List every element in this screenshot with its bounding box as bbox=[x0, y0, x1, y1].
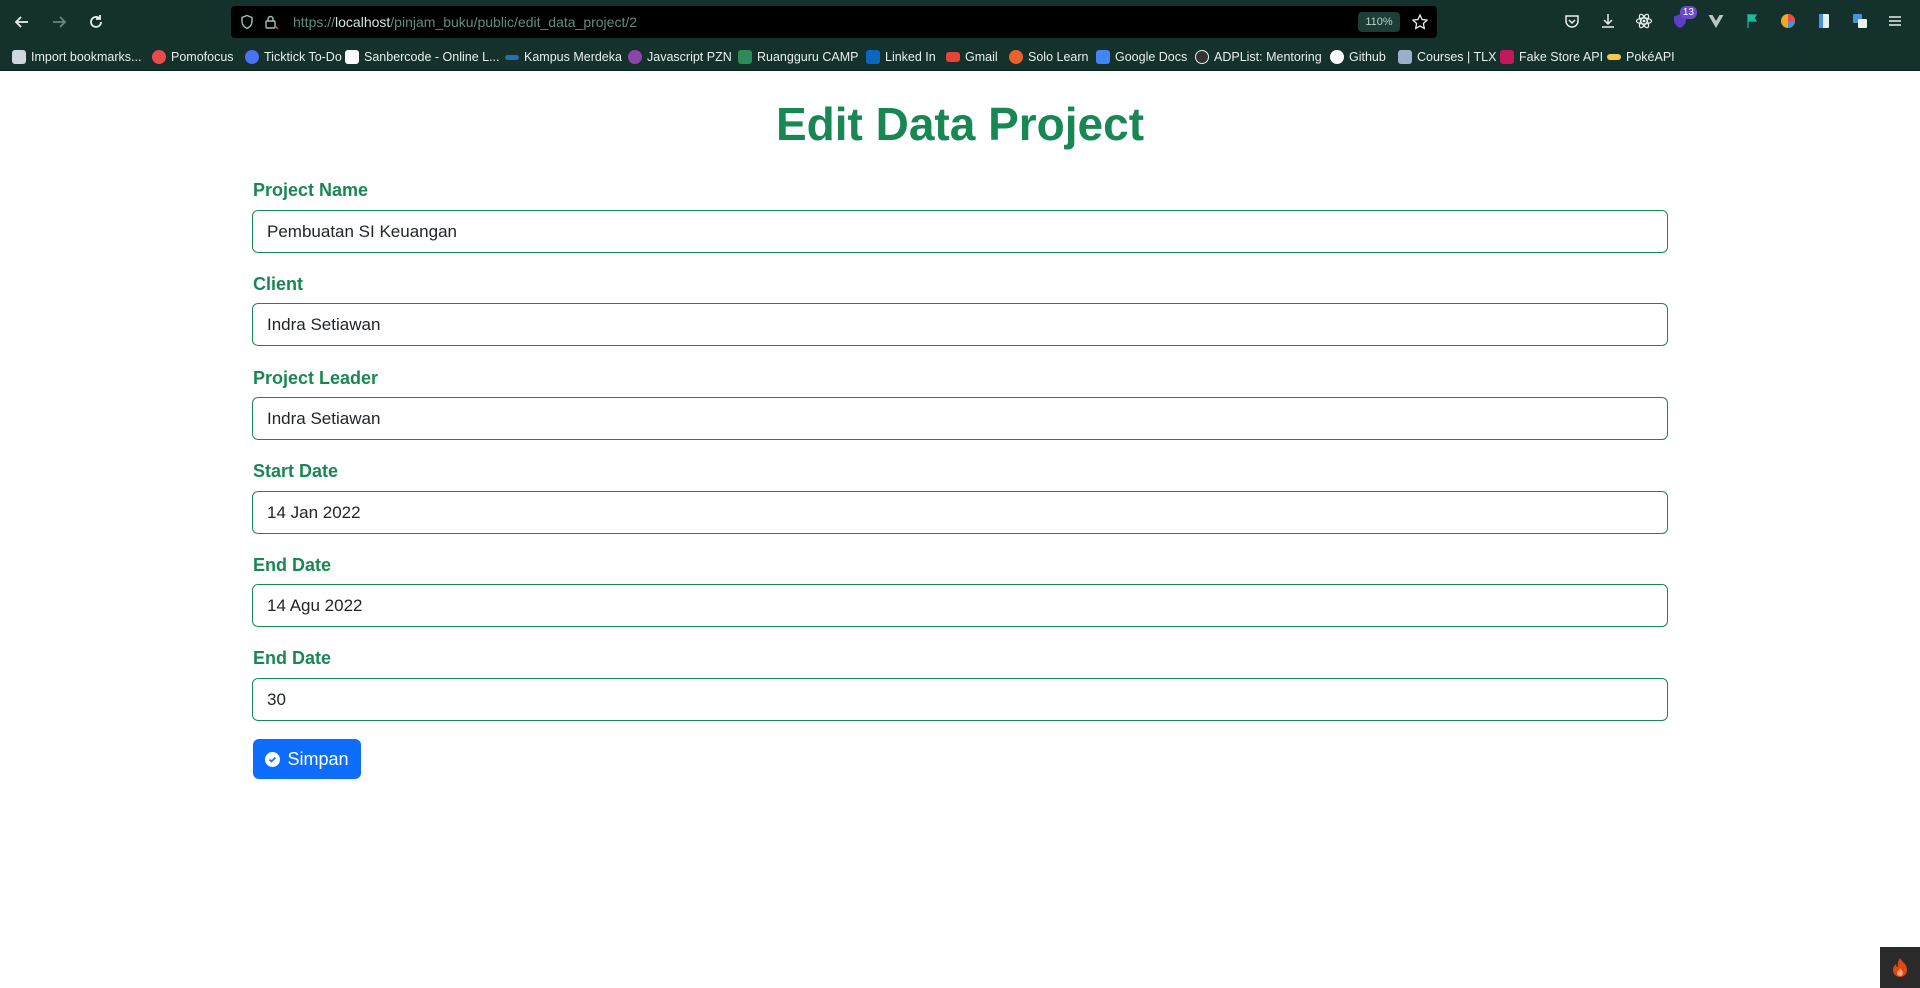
extension-shield-icon[interactable]: 13 bbox=[1669, 6, 1697, 32]
pokeapi-icon bbox=[1607, 54, 1621, 60]
bookmark-label: Fake Store API bbox=[1519, 50, 1604, 64]
reader-icon[interactable] bbox=[1813, 10, 1835, 32]
github-icon bbox=[1330, 50, 1344, 64]
page-title: Edit Data Project bbox=[775, 98, 1145, 150]
pzn-icon bbox=[628, 50, 642, 64]
color-wheel-icon[interactable] bbox=[1777, 10, 1799, 32]
start-date-input[interactable] bbox=[252, 491, 1668, 534]
ruangguru-icon bbox=[738, 50, 752, 64]
bookmark-pokeapi[interactable]: PokéAPI bbox=[1607, 44, 1675, 70]
fake-store-icon bbox=[1500, 50, 1514, 64]
bookmark-ruangguru[interactable]: Ruangguru CAMP bbox=[738, 44, 858, 70]
bookmark-label: Google Docs bbox=[1115, 50, 1188, 64]
react-devtools-icon[interactable] bbox=[1633, 10, 1655, 32]
bookmark-gmail[interactable]: Gmail bbox=[946, 44, 998, 70]
bookmark-google-docs[interactable]: Google Docs bbox=[1096, 44, 1187, 70]
toolbar-icons: 13 bbox=[0, 6, 1920, 34]
duration-label: End Date bbox=[253, 648, 332, 668]
bookmark-label: Gmail bbox=[965, 50, 998, 64]
project-name-input[interactable] bbox=[252, 210, 1668, 253]
bookmark-import[interactable]: Import bookmarks... bbox=[12, 44, 141, 70]
bookmark-label: Ticktick To-Do bbox=[264, 50, 342, 64]
page-content: Edit Data Project Project Name Client Pr… bbox=[0, 71, 1920, 988]
codeigniter-debug-toolbar-icon[interactable] bbox=[1880, 947, 1920, 988]
pocket-icon[interactable] bbox=[1561, 10, 1583, 32]
bookmark-sanbercode[interactable]: Sanbercode - Online L... bbox=[345, 44, 500, 70]
duration-input[interactable] bbox=[252, 678, 1668, 721]
bookmark-kampus-merdeka[interactable]: Kampus Merdeka bbox=[505, 44, 622, 70]
bookmark-github[interactable]: Github bbox=[1330, 44, 1386, 70]
kampus-merdeka-icon bbox=[505, 54, 519, 60]
end-date-input[interactable] bbox=[252, 584, 1668, 627]
save-button[interactable]: Simpan bbox=[253, 739, 361, 779]
bookmark-label: Pomofocus bbox=[171, 50, 234, 64]
bookmark-label: Linked In bbox=[885, 50, 936, 64]
google-docs-icon bbox=[1096, 50, 1110, 64]
import-icon bbox=[12, 50, 26, 64]
bookmark-label: Import bookmarks... bbox=[31, 50, 142, 64]
extension-count-badge: 13 bbox=[1679, 6, 1697, 19]
check-circle-icon bbox=[265, 751, 281, 767]
pomofocus-icon bbox=[152, 50, 166, 64]
bookmark-tlx[interactable]: Courses | TLX bbox=[1398, 44, 1496, 70]
bookmark-label: PokéAPI bbox=[1626, 50, 1675, 64]
save-button-label: Simpan bbox=[287, 748, 349, 769]
start-date-label: Start Date bbox=[253, 461, 339, 481]
bookmark-label: Javascript PZN bbox=[647, 50, 732, 64]
adplist-icon bbox=[1195, 50, 1209, 64]
end-date-label: End Date bbox=[253, 555, 332, 575]
bookmark-label: ADPList: Mentoring bbox=[1214, 50, 1322, 64]
bookmark-linkedin[interactable]: Linked In bbox=[866, 44, 936, 70]
vue-devtools-icon[interactable] bbox=[1705, 10, 1727, 32]
bookmark-fake-store-api[interactable]: Fake Store API bbox=[1500, 44, 1603, 70]
translate-icon[interactable] bbox=[1849, 10, 1871, 32]
bookmarks-bar: Import bookmarks... Pomofocus Ticktick T… bbox=[0, 44, 1920, 71]
gmail-icon bbox=[946, 52, 960, 62]
sanbercode-icon bbox=[345, 50, 359, 64]
project-leader-input[interactable] bbox=[252, 397, 1668, 440]
bookmark-label: Courses | TLX bbox=[1417, 50, 1497, 64]
bookmark-label: Ruangguru CAMP bbox=[757, 50, 859, 64]
bookmark-label: Sanbercode - Online L... bbox=[364, 50, 500, 64]
bookmark-javascript-pzn[interactable]: Javascript PZN bbox=[628, 44, 732, 70]
client-label: Client bbox=[253, 274, 304, 294]
browser-toolbar: https://localhost/pinjam_buku/public/edi… bbox=[0, 0, 1920, 44]
linkedin-icon bbox=[866, 50, 880, 64]
menu-hamburger-icon[interactable] bbox=[1884, 10, 1906, 32]
sololearn-icon bbox=[1009, 50, 1023, 64]
bookmark-ticktick[interactable]: Ticktick To-Do bbox=[245, 44, 342, 70]
extension-flag-icon[interactable] bbox=[1741, 10, 1763, 32]
bookmark-adplist[interactable]: ADPList: Mentoring bbox=[1195, 44, 1322, 70]
project-name-label: Project Name bbox=[253, 180, 369, 200]
bookmark-sololearn[interactable]: Solo Learn bbox=[1009, 44, 1088, 70]
tlx-icon bbox=[1398, 50, 1412, 64]
bookmark-label: Solo Learn bbox=[1028, 50, 1089, 64]
bookmark-label: Github bbox=[1349, 50, 1386, 64]
download-icon[interactable] bbox=[1597, 10, 1619, 32]
client-input[interactable] bbox=[252, 303, 1668, 346]
project-leader-label: Project Leader bbox=[253, 368, 379, 388]
ticktick-icon bbox=[245, 50, 259, 64]
bookmark-pomofocus[interactable]: Pomofocus bbox=[152, 44, 234, 70]
bookmark-label: Kampus Merdeka bbox=[524, 50, 622, 64]
